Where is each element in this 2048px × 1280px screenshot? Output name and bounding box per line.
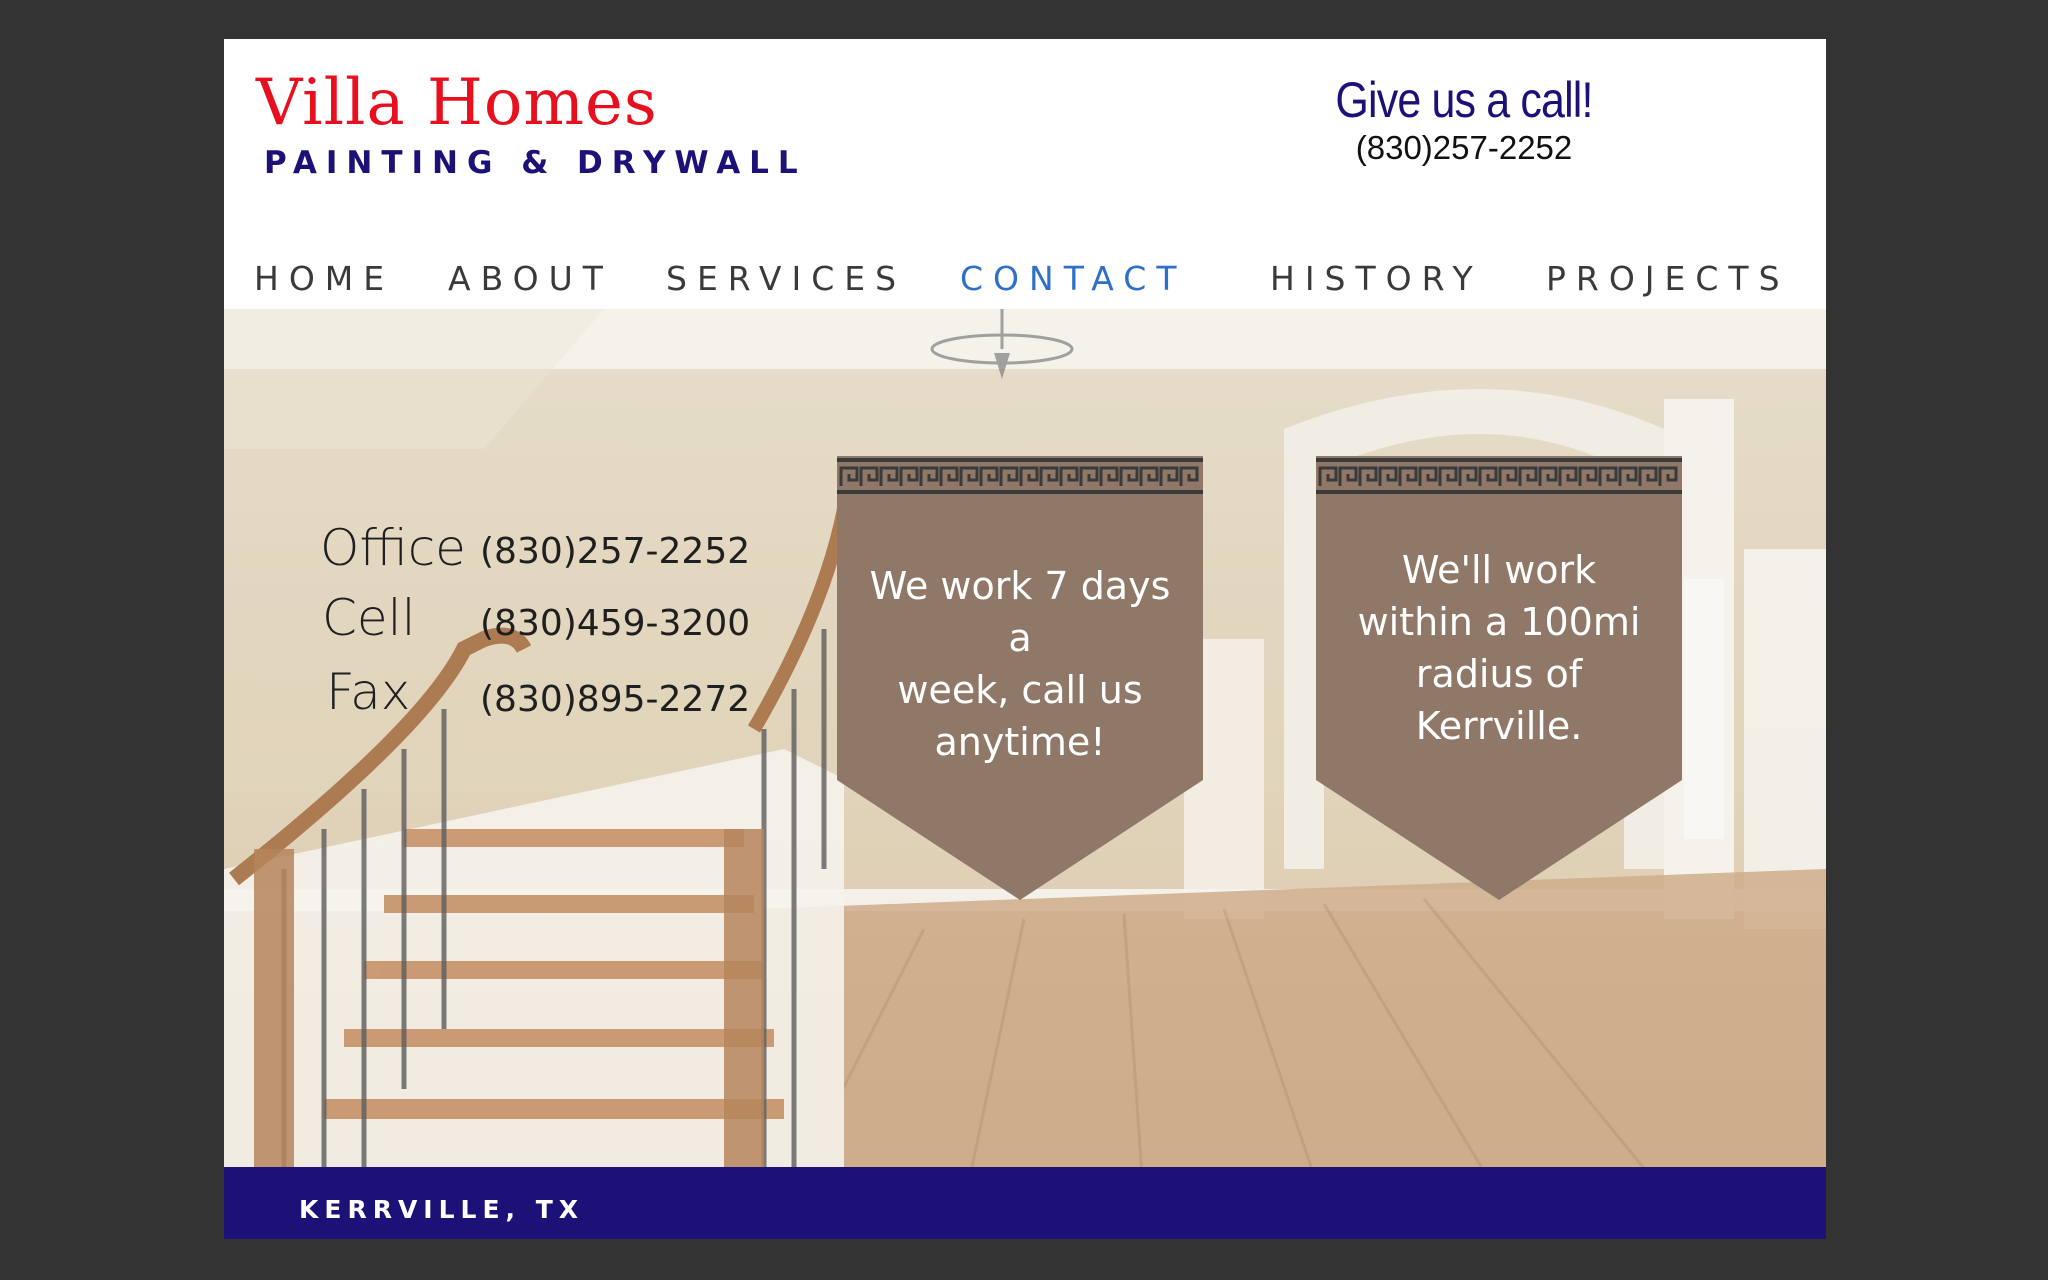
brand-tagline: PAINTING & DRYWALL [264, 145, 807, 181]
banner-radius-text: We'll work within a 100mi radius of Kerr… [1357, 548, 1641, 748]
contact-cell-label: Cell [322, 589, 416, 647]
footer-location: KERRVILLE, TX [299, 1195, 585, 1224]
contact-cell: Cell [322, 589, 415, 647]
banner-hours: We work 7 days a week, call us anytime! [837, 456, 1203, 900]
brand-logo[interactable]: Villa Homes PAINTING & DRYWALL [256, 71, 807, 181]
nav-item-services[interactable]: SERVICES [666, 259, 906, 298]
brand-name: Villa Homes [256, 66, 658, 140]
contact-fax-label: Fax [326, 663, 411, 721]
contact-office-value[interactable]: (830)257-2252 [480, 531, 750, 572]
contact-fax: Fax [326, 663, 410, 721]
nav-item-history[interactable]: HISTORY [1270, 259, 1483, 298]
nav-item-about[interactable]: ABOUT [448, 259, 613, 298]
contact-office-label: Office [320, 519, 466, 577]
nav-item-projects[interactable]: PROJECTS [1546, 259, 1790, 298]
call-phone[interactable]: (830)257-2252 [1284, 129, 1644, 167]
main-nav: HOME ABOUT SERVICES CONTACT HISTORY PROJ… [224, 219, 1826, 309]
call-title: Give us a call! [1335, 72, 1593, 128]
hero-background-image: Office (830)257-2252 Cell (830)459-3200 … [224, 309, 1826, 1205]
nav-item-contact[interactable]: CONTACT [960, 259, 1187, 298]
contact-fax-value[interactable]: (830)895-2272 [480, 679, 750, 720]
nav-item-home[interactable]: HOME [254, 259, 394, 298]
banner-hours-text: We work 7 days a week, call us anytime! [869, 564, 1171, 764]
footer-bar: KERRVILLE, TX [224, 1167, 1826, 1239]
page: Villa Homes PAINTING & DRYWALL Give us a… [224, 39, 1826, 1239]
call-callout: Give us a call! (830)257-2252 [1284, 71, 1644, 167]
contact-office: Office [320, 519, 466, 577]
contact-cell-value[interactable]: (830)459-3200 [480, 603, 750, 644]
banner-radius: We'll work within a 100mi radius of Kerr… [1316, 456, 1682, 900]
